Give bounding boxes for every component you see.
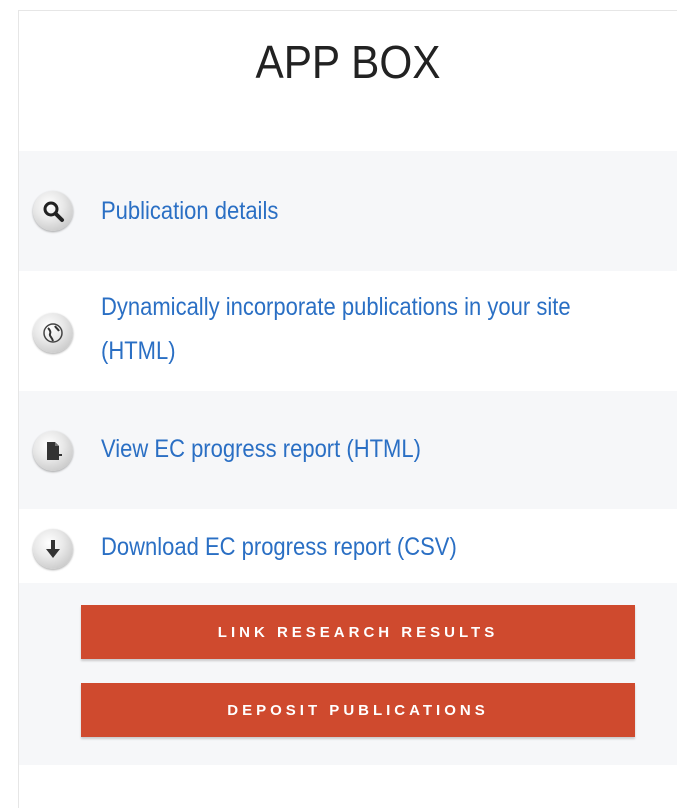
list-item-incorporate-publications: Dynamically incorporate publications in …	[19, 271, 677, 391]
download-progress-report-link[interactable]: Download EC progress report (CSV)	[101, 525, 581, 569]
list-item-view-progress-report: View EC progress report (HTML)	[19, 391, 677, 509]
app-box-title: APP BOX	[255, 36, 441, 88]
list-item-publication-details: Publication details	[19, 151, 677, 271]
link-research-results-button[interactable]: LINK RESEARCH RESULTS	[81, 605, 635, 659]
actions-area: LINK RESEARCH RESULTS DEPOSIT PUBLICATIO…	[19, 583, 677, 765]
view-progress-report-link[interactable]: View EC progress report (HTML)	[101, 427, 581, 471]
deposit-publications-button[interactable]: DEPOSIT PUBLICATIONS	[81, 683, 635, 737]
incorporate-publications-link[interactable]: Dynamically incorporate publications in …	[101, 285, 581, 373]
document-icon	[33, 431, 73, 471]
app-box-panel: APP BOX Publication details Dynamically	[18, 10, 677, 808]
download-arrow-icon	[33, 529, 73, 569]
magnifier-icon	[33, 191, 73, 231]
globe-icon	[33, 313, 73, 353]
list-item-download-progress-report: Download EC progress report (CSV)	[19, 509, 677, 583]
publication-details-link[interactable]: Publication details	[101, 189, 581, 233]
